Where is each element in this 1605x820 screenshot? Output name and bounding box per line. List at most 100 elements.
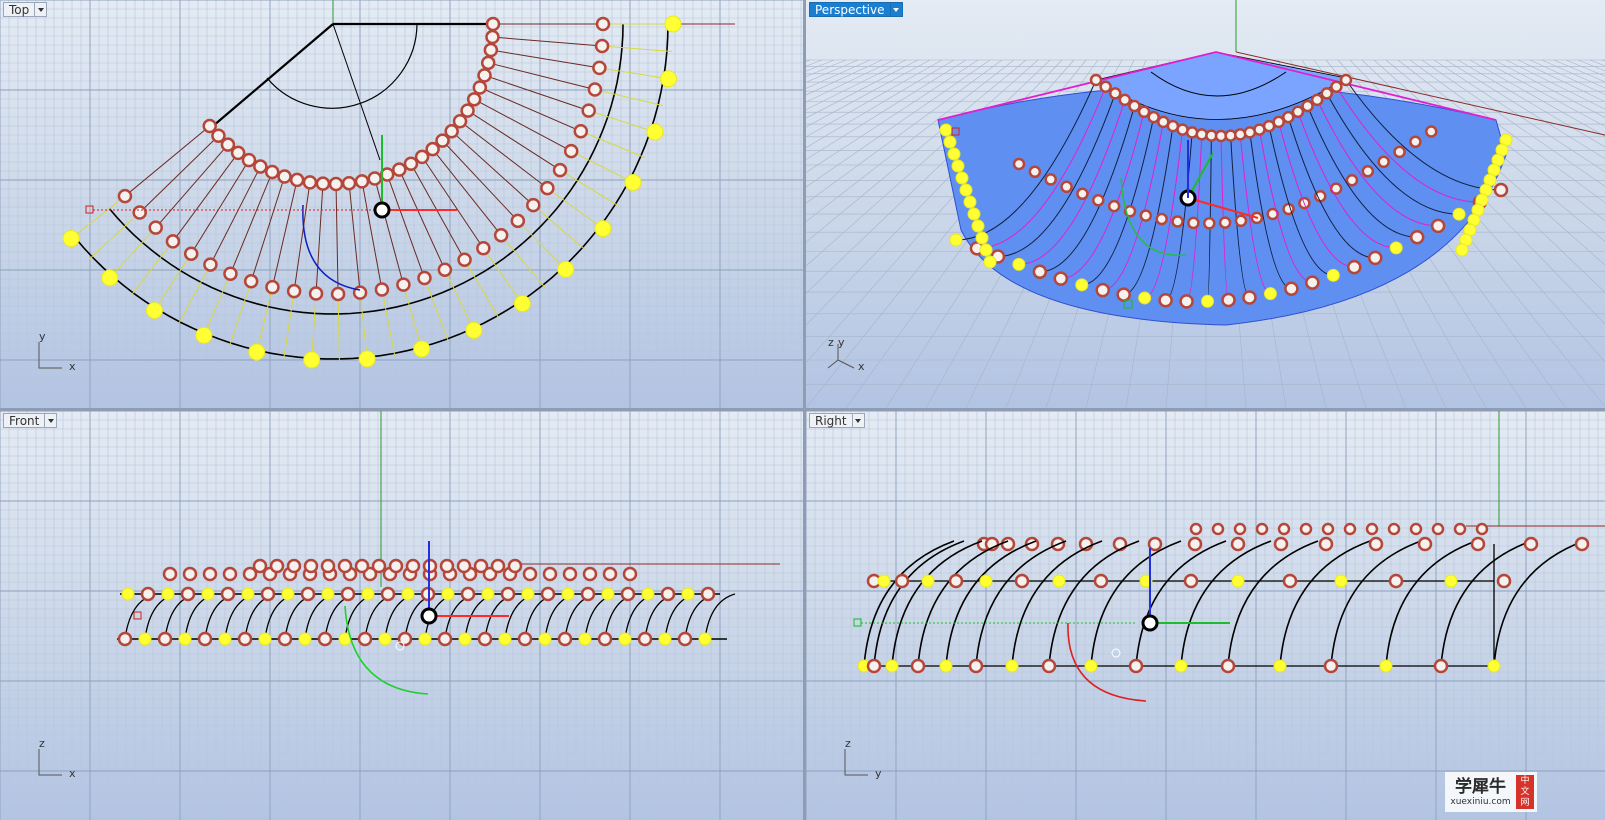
control-point <box>698 632 712 646</box>
control-point <box>510 213 526 229</box>
viewport-top[interactable]: Top y x <box>0 0 803 408</box>
viewport-tab-right[interactable]: Right <box>809 413 865 428</box>
control-point <box>241 152 257 168</box>
viewport-front[interactable]: Front z x <box>0 411 803 820</box>
rib-line <box>492 36 603 47</box>
control-point <box>374 282 390 297</box>
control-point <box>145 301 163 319</box>
control-point <box>573 123 589 139</box>
control-point <box>1329 182 1343 195</box>
rib-line <box>315 183 324 294</box>
front-canvas[interactable] <box>0 411 803 820</box>
control-point <box>1171 215 1184 228</box>
watermark-logo: 学犀牛 xuexiniu.com 中文网 <box>1445 772 1537 812</box>
control-point <box>1095 282 1110 298</box>
rib-line <box>131 241 174 296</box>
grid-major-lines <box>0 0 803 408</box>
right-canvas[interactable] <box>806 411 1605 820</box>
control-point <box>308 286 324 301</box>
control-point <box>1323 658 1339 674</box>
control-point <box>303 558 319 574</box>
control-point <box>622 566 638 582</box>
perspective-canvas[interactable] <box>806 0 1605 408</box>
viewport-title[interactable]: Front <box>3 413 45 428</box>
profile-curve <box>1440 540 1532 667</box>
chevron-down-icon[interactable] <box>889 2 903 17</box>
gumball-center <box>373 201 391 219</box>
control-point <box>405 558 421 574</box>
control-point <box>195 326 213 344</box>
control-point <box>1076 187 1089 201</box>
control-point <box>1334 574 1348 588</box>
control-point <box>1299 522 1313 536</box>
control-point <box>460 586 476 602</box>
control-point <box>1574 536 1590 552</box>
control-point <box>425 141 440 157</box>
control-point <box>1453 522 1467 536</box>
viewport-tab-front[interactable]: Front <box>3 413 58 428</box>
control-point <box>277 169 292 184</box>
control-point <box>161 587 175 601</box>
control-point <box>490 558 506 574</box>
rib-line <box>594 89 663 107</box>
control-point <box>659 70 677 88</box>
control-point <box>1242 290 1257 305</box>
chevron-down-icon[interactable] <box>44 413 58 428</box>
control-point <box>620 586 636 602</box>
rib-line <box>464 259 500 319</box>
control-point <box>413 340 431 358</box>
control-point <box>252 558 268 574</box>
control-point <box>286 558 302 574</box>
viewport-right[interactable]: Right z y 学犀牛 xuexiniu.com 中文网 <box>806 411 1605 820</box>
control-point <box>148 220 163 235</box>
control-point <box>1365 522 1379 536</box>
chevron-down-icon[interactable] <box>851 413 865 428</box>
rib-line <box>423 277 449 341</box>
control-point <box>465 321 483 339</box>
control-point <box>477 68 492 83</box>
control-point <box>354 174 370 189</box>
curve <box>74 23 669 360</box>
control-point <box>117 188 133 204</box>
control-point <box>1301 99 1314 113</box>
viewport-perspective[interactable]: Perspective z y x <box>806 0 1605 408</box>
control-point <box>968 658 984 674</box>
top-canvas[interactable] <box>0 0 803 408</box>
axis-icon: z y x <box>827 336 865 373</box>
rib-line <box>229 281 252 345</box>
control-point <box>910 658 926 674</box>
viewport-title[interactable]: Right <box>809 413 852 428</box>
rib-line <box>559 169 620 207</box>
control-point <box>203 257 218 272</box>
control-point <box>507 558 523 574</box>
control-point <box>1233 522 1247 536</box>
control-point <box>971 219 985 233</box>
control-point <box>418 632 432 646</box>
control-point <box>557 631 573 647</box>
control-point <box>1108 87 1122 100</box>
viewport-tab-perspective[interactable]: Perspective <box>809 2 903 17</box>
viewport-tab-top[interactable]: Top <box>3 2 48 17</box>
control-point <box>477 631 493 647</box>
control-point <box>371 558 387 574</box>
control-point <box>1496 573 1512 589</box>
control-point <box>939 659 953 673</box>
control-point <box>1137 105 1151 119</box>
control-point <box>388 558 404 574</box>
control-point <box>641 587 655 601</box>
control-point <box>466 92 482 107</box>
control-point <box>955 171 969 185</box>
viewport-title[interactable]: Perspective <box>809 2 890 17</box>
control-point <box>1330 80 1343 94</box>
control-point <box>302 175 318 190</box>
rib-line <box>203 273 231 336</box>
control-point <box>1263 287 1277 301</box>
control-point <box>1112 536 1128 552</box>
control-point <box>303 351 321 369</box>
viewport-title[interactable]: Top <box>3 2 35 17</box>
grid-lines <box>806 411 1605 820</box>
control-point <box>1425 125 1438 138</box>
chevron-down-icon[interactable] <box>34 2 48 17</box>
control-point <box>132 205 147 220</box>
rib-line <box>517 220 567 270</box>
